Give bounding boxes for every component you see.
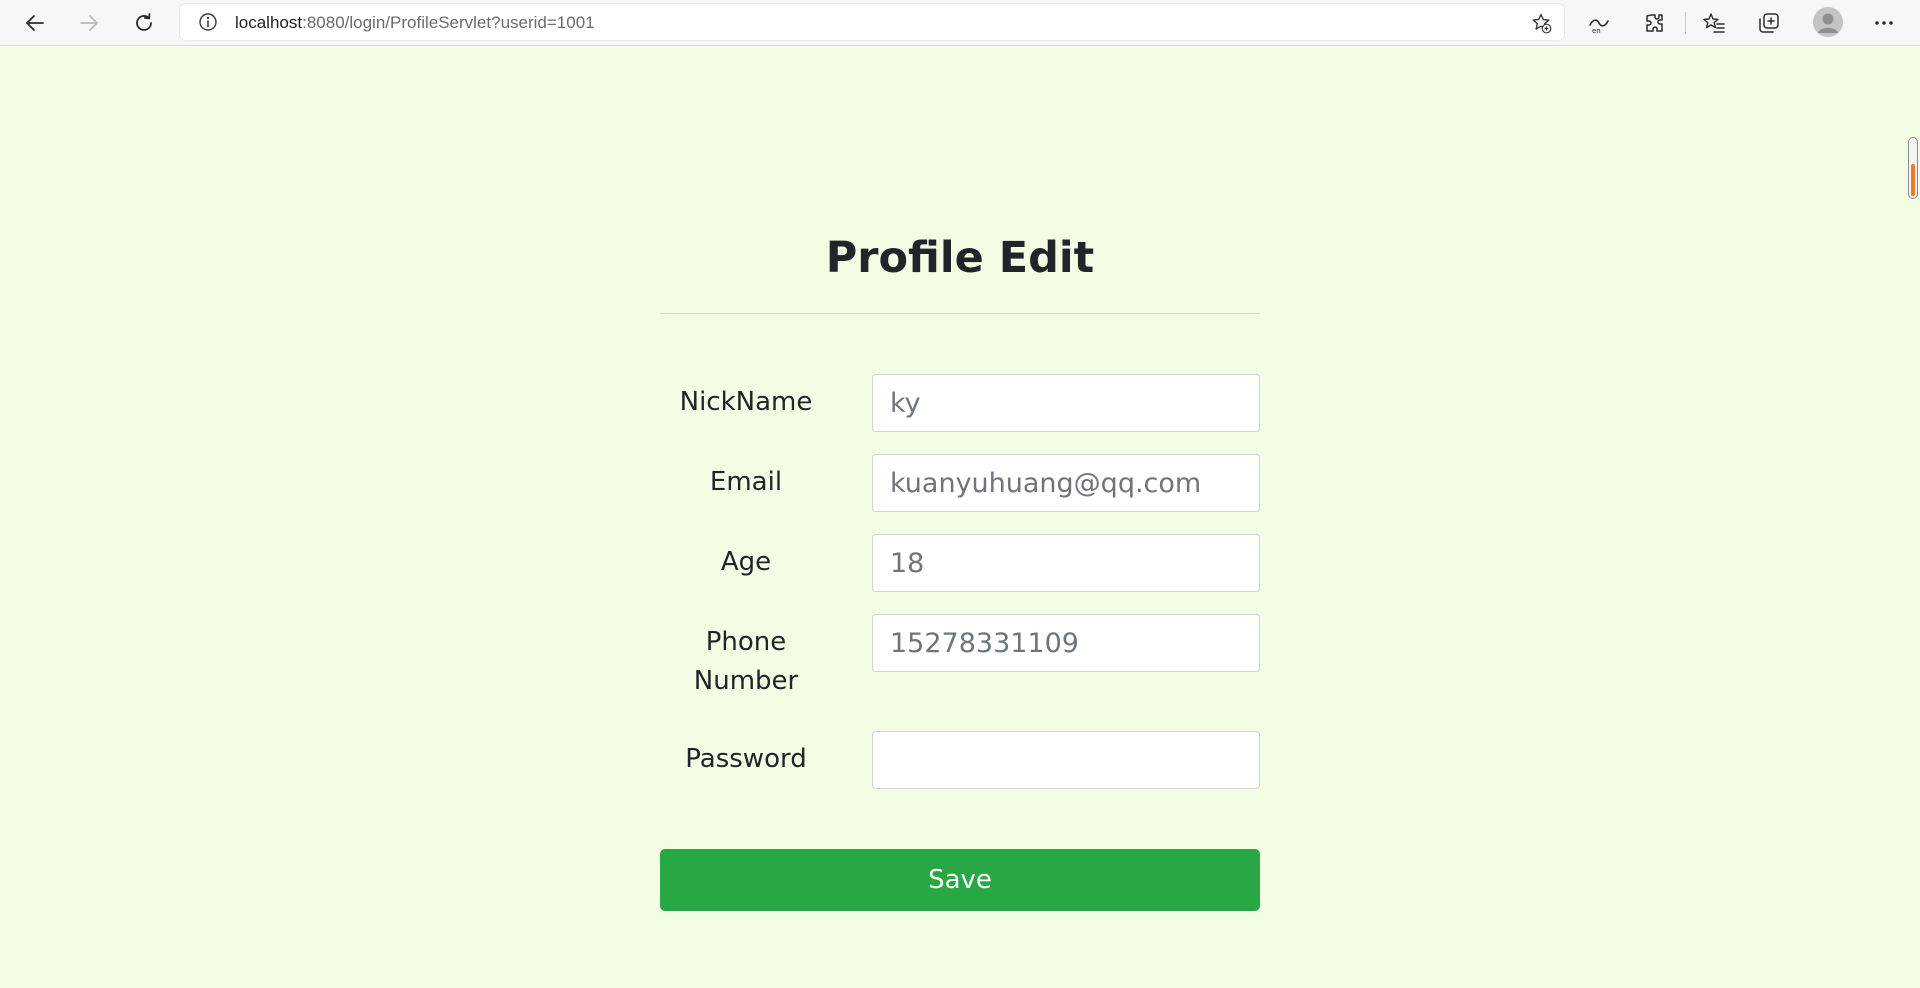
- address-bar[interactable]: localhost:8080/login/ProfileServlet?user…: [180, 4, 1564, 40]
- more-icon: [1875, 21, 1893, 25]
- url-host: localhost: [235, 13, 303, 32]
- toolbar-divider: [1685, 12, 1686, 34]
- phone-number-input[interactable]: [872, 614, 1260, 672]
- email-label: Email: [709, 467, 783, 497]
- phone-number-label: Phone Number: [660, 623, 832, 701]
- password-input[interactable]: [872, 731, 1260, 789]
- age-label: Age: [720, 547, 772, 577]
- back-button[interactable]: [19, 7, 51, 39]
- extensions-icon: [1646, 14, 1663, 32]
- read-aloud-icon: en: [1589, 19, 1609, 35]
- collections-icon: [1759, 13, 1779, 33]
- nickname-label: NickName: [679, 387, 813, 417]
- read-aloud-button[interactable]: en: [1583, 7, 1615, 39]
- back-arrow-icon: [26, 15, 44, 31]
- nickname-input[interactable]: [872, 374, 1260, 432]
- url-path: :8080/login/ProfileServlet?userid=1001: [302, 13, 595, 32]
- save-button[interactable]: Save: [660, 849, 1260, 911]
- forward-button[interactable]: [73, 7, 105, 39]
- add-favorite-icon[interactable]: [1530, 12, 1552, 34]
- refresh-icon: [136, 13, 152, 31]
- forward-arrow-icon: [80, 15, 98, 31]
- collections-button[interactable]: [1753, 7, 1785, 39]
- favorites-icon: [1703, 13, 1725, 33]
- refresh-button[interactable]: [128, 7, 160, 39]
- svg-text:en: en: [1592, 27, 1601, 35]
- scrollbar[interactable]: [1908, 137, 1918, 199]
- info-icon[interactable]: [198, 12, 218, 32]
- more-button[interactable]: [1868, 7, 1900, 39]
- profile-icon: [1813, 7, 1843, 37]
- password-label: Password: [685, 744, 807, 774]
- age-input[interactable]: [872, 534, 1260, 592]
- page-content: Profile Edit NickName Email Age Phone Nu…: [0, 47, 1920, 988]
- title-divider: [660, 313, 1260, 314]
- browser-toolbar: localhost:8080/login/ProfileServlet?user…: [0, 0, 1920, 46]
- email-input[interactable]: [872, 454, 1260, 512]
- profile-button[interactable]: [1813, 7, 1843, 37]
- url-text[interactable]: localhost:8080/login/ProfileServlet?user…: [235, 13, 595, 33]
- extensions-button[interactable]: [1638, 7, 1670, 39]
- favorites-button[interactable]: [1698, 7, 1730, 39]
- page-title: Profile Edit: [825, 233, 1095, 283]
- phone-label-line1: Phone: [705, 627, 787, 657]
- scroll-indicator: [1911, 164, 1915, 196]
- phone-label-line2: Number: [693, 666, 799, 696]
